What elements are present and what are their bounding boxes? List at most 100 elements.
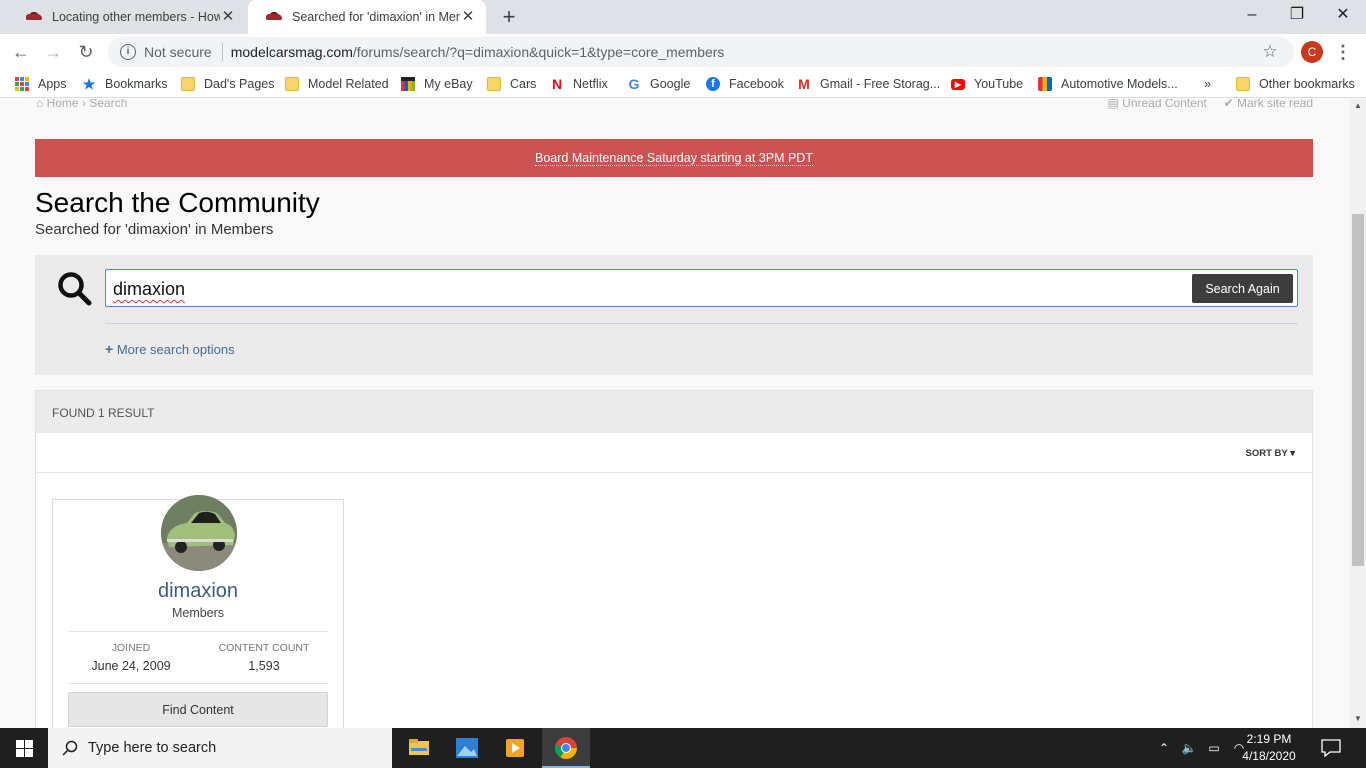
browser-tab-strip: Locating other members - How T ✕ Searche… — [0, 0, 1366, 34]
not-secure-label[interactable]: Not secure — [144, 44, 212, 60]
tab-title: Searched for 'dimaxion' in Memb — [292, 10, 460, 24]
sort-by-dropdown[interactable]: SORT BY ▾ — [1246, 448, 1295, 459]
search-icon — [58, 272, 92, 306]
bookmark-gmail[interactable]: M Gmail - Free Storag... — [797, 75, 940, 93]
tray-chevron-icon[interactable]: ⌃ — [1154, 728, 1174, 768]
bookmark-dads-pages[interactable]: Dad's Pages — [181, 75, 274, 93]
tab-locating-members[interactable]: Locating other members - How T ✕ — [8, 0, 246, 34]
info-icon[interactable]: i — [120, 44, 136, 60]
bookmark-my-ebay[interactable]: My eBay — [401, 75, 473, 93]
back-arrow-icon[interactable]: ← — [8, 39, 34, 65]
close-tab-icon[interactable]: ✕ — [460, 9, 476, 25]
bookmark-bookmarks[interactable]: ★ Bookmarks — [82, 75, 168, 93]
bookmark-cars[interactable]: Cars — [487, 75, 536, 93]
profile-avatar[interactable]: C — [1301, 41, 1323, 63]
avatar[interactable] — [161, 495, 237, 571]
youtube-icon: ▶ — [951, 78, 965, 90]
unread-content-link[interactable]: ▤ Unread Content — [1108, 99, 1207, 110]
address-bar[interactable]: i Not secure modelcarsmag.com/forums/sea… — [108, 37, 1294, 67]
announcement-banner[interactable]: Board Maintenance Saturday starting at 3… — [35, 139, 1313, 177]
search-input-text: dimaxion — [113, 279, 186, 299]
folder-icon — [285, 77, 299, 91]
volume-icon[interactable]: 🔈 — [1178, 728, 1200, 768]
chrome-icon[interactable] — [542, 728, 590, 768]
sort-bar: SORT BY ▾ — [36, 433, 1312, 473]
windows-start-icon[interactable] — [0, 728, 48, 768]
minimize-button[interactable]: – — [1229, 0, 1275, 30]
browser-toolbar: ← → ↻ i Not secure modelcarsmag.com/foru… — [0, 34, 1366, 70]
google-icon: G — [628, 76, 640, 92]
video-editor-icon[interactable] — [491, 728, 539, 768]
bookmark-model-related[interactable]: Model Related — [285, 75, 389, 93]
apps-icon — [15, 77, 29, 91]
member-name-link[interactable]: dimaxion — [53, 580, 343, 603]
bookmarks-bar: Apps ★ Bookmarks Dad's Pages Model Relat… — [0, 70, 1366, 98]
scroll-up-icon[interactable]: ▲ — [1350, 99, 1366, 113]
member-group: Members — [171, 606, 225, 620]
joined-label: Joined — [111, 642, 151, 654]
battery-icon[interactable]: ▭ — [1203, 728, 1225, 768]
bookmark-star-icon[interactable]: ☆ — [1260, 42, 1280, 62]
restore-button[interactable]: ❐ — [1274, 0, 1320, 30]
facebook-icon: f — [706, 77, 720, 91]
breadcrumb: ⌂ Home › Search — [36, 99, 127, 110]
scroll-down-icon[interactable]: ▼ — [1350, 712, 1366, 726]
search-input[interactable] — [105, 269, 1298, 307]
activity-links: ▤ Unread Content ✔ Mark site read — [1108, 99, 1314, 110]
gmail-icon: M — [798, 76, 810, 92]
close-window-button[interactable]: ✕ — [1320, 0, 1366, 30]
folder-icon — [1236, 77, 1250, 91]
card-divider — [68, 683, 328, 684]
more-search-options-link[interactable]: + More search options — [105, 341, 235, 357]
bookmark-facebook[interactable]: f Facebook — [706, 75, 784, 93]
home-icon[interactable]: ⌂ — [36, 99, 43, 110]
notifications-icon[interactable] — [1320, 738, 1342, 758]
photos-icon[interactable] — [443, 728, 491, 768]
page-content: ⌂ Home › Search ▤ Unread Content ✔ Mark … — [0, 99, 1350, 728]
page-title: Search the Community — [35, 187, 320, 218]
page-scrollbar[interactable]: ▲ ▼ — [1350, 99, 1366, 728]
bookmark-other-bookmarks[interactable]: Other bookmarks — [1236, 75, 1355, 93]
car-favicon-icon — [266, 12, 284, 22]
member-card: dimaxion Members Joined June 24, 2009 Co… — [52, 495, 344, 728]
forward-arrow-icon[interactable]: → — [40, 39, 66, 65]
card-divider — [68, 631, 328, 632]
taskbar-search-box[interactable]: Type here to search — [48, 728, 392, 768]
panel-divider — [105, 323, 1298, 324]
taskbar-search-placeholder: Type here to search — [88, 740, 217, 756]
car-favicon-icon — [26, 12, 44, 22]
find-content-button[interactable]: Find Content — [68, 692, 328, 727]
url-text[interactable]: modelcarsmag.com/forums/search/?q=dimaxi… — [231, 44, 1260, 60]
breadcrumb-current: Search — [89, 99, 128, 110]
close-tab-icon[interactable]: ✕ — [220, 9, 236, 25]
page-subtitle: Searched for 'dimaxion' in Members — [35, 221, 274, 238]
tab-title: Locating other members - How T — [52, 10, 220, 24]
bookmark-google[interactable]: G Google — [627, 75, 691, 93]
reload-icon[interactable]: ↻ — [73, 39, 99, 65]
announcement-text[interactable]: Board Maintenance Saturday starting at 3… — [535, 151, 813, 166]
search-again-button[interactable]: Search Again — [1192, 274, 1293, 303]
content-count-value: 1,593 — [248, 659, 280, 673]
tab-search-results[interactable]: Searched for 'dimaxion' in Memb ✕ — [248, 0, 486, 34]
clock-time: 2:19 PM — [1246, 732, 1292, 746]
bookmark-automotive-models[interactable]: Automotive Models... — [1038, 75, 1178, 93]
browser-menu-icon[interactable]: ⋮ — [1334, 40, 1352, 64]
bookmark-netflix[interactable]: N Netflix — [550, 75, 608, 93]
folder-icon — [181, 77, 195, 91]
search-panel: dimaxion Search Again + More search opti… — [35, 255, 1313, 375]
folder-icon — [487, 77, 501, 91]
results-header: Found 1 result — [36, 391, 1312, 433]
scroll-thumb[interactable] — [1352, 214, 1364, 566]
bookmark-youtube[interactable]: ▶ YouTube — [951, 75, 1023, 93]
bookmark-apps[interactable]: Apps — [15, 75, 67, 93]
bookmarks-overflow-button[interactable]: » — [1204, 75, 1211, 93]
breadcrumb-home[interactable]: Home — [47, 99, 79, 110]
windows-taskbar: Type here to search ⌃ 🔈 ▭ ◠ 2:19 PM 4/18… — [0, 728, 1366, 768]
file-explorer-icon[interactable] — [395, 728, 443, 768]
mark-site-read-link[interactable]: ✔ Mark site read — [1224, 99, 1313, 110]
content-count-label: Content Count — [218, 642, 310, 654]
taskbar-clock[interactable]: 2:19 PM 4/18/2020 — [1238, 731, 1300, 765]
omnibox-divider — [221, 43, 223, 61]
new-tab-button[interactable]: + — [498, 6, 520, 28]
results-count: Found 1 result — [52, 406, 155, 420]
